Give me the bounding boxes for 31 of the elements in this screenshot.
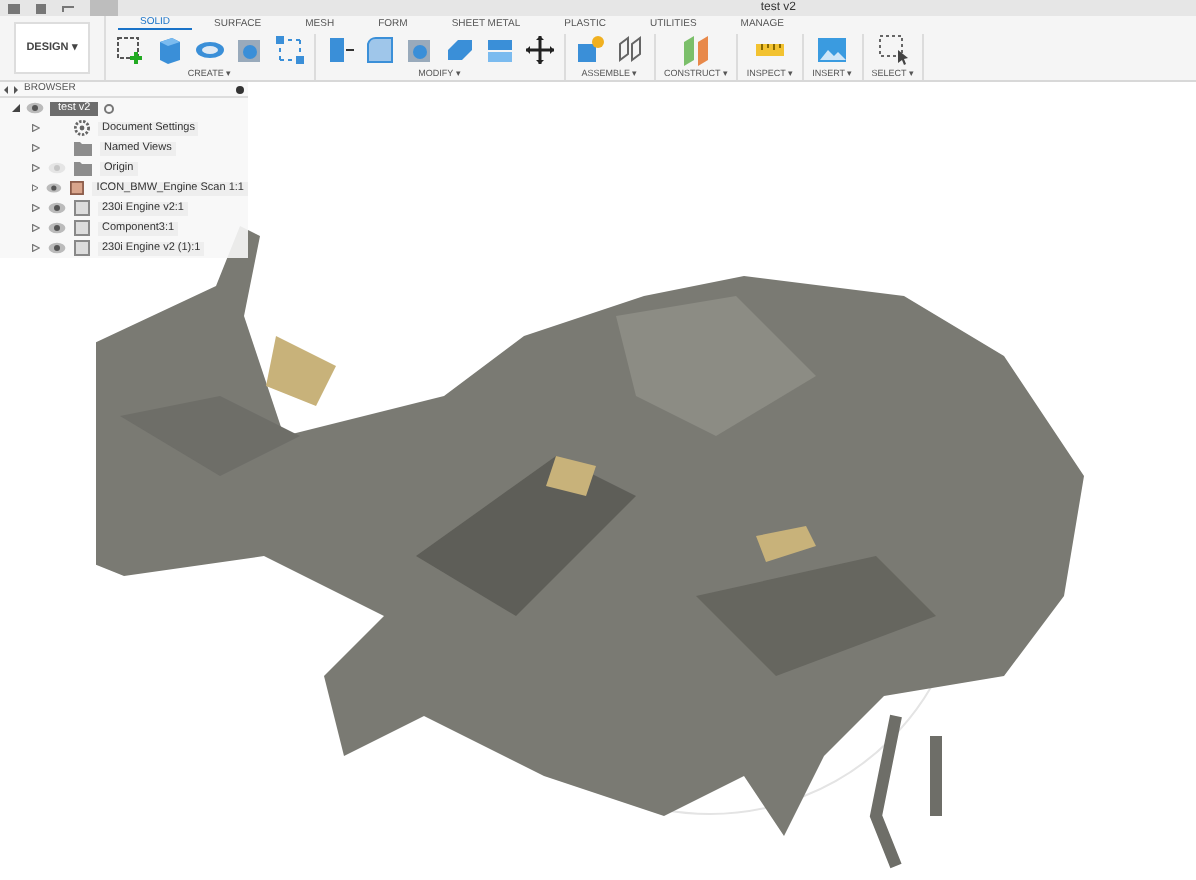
image-icon[interactable] <box>816 34 849 66</box>
eye-icon[interactable] <box>46 182 63 194</box>
move-icon[interactable] <box>524 34 556 66</box>
gear-icon <box>74 120 90 136</box>
points-icon[interactable] <box>274 34 306 66</box>
expand-arrow-icon[interactable] <box>32 184 39 192</box>
expand-arrow-icon[interactable] <box>32 244 40 252</box>
shell-icon[interactable] <box>404 34 436 66</box>
eye-icon[interactable] <box>48 222 66 234</box>
new-component-icon[interactable] <box>574 34 606 66</box>
mesh-body-icon <box>70 180 85 196</box>
shell-icon[interactable] <box>234 34 266 66</box>
plane-icon[interactable] <box>680 34 713 66</box>
target-icon[interactable] <box>104 103 115 113</box>
expand-arrow-icon[interactable] <box>32 144 40 152</box>
joint-icon[interactable] <box>614 34 646 66</box>
sketch-icon[interactable] <box>114 34 146 66</box>
box-icon[interactable] <box>154 34 186 66</box>
press-pull-icon[interactable] <box>324 34 356 66</box>
expand-toggle-icon[interactable] <box>12 104 20 112</box>
eye-icon[interactable] <box>26 102 44 114</box>
fillet-icon[interactable] <box>364 34 396 66</box>
eye-icon[interactable] <box>48 202 66 214</box>
expand-arrow-icon[interactable] <box>32 164 40 172</box>
combine-icon[interactable] <box>444 34 476 66</box>
eye-icon[interactable] <box>48 242 66 254</box>
expand-arrow-icon[interactable] <box>32 124 40 132</box>
expand-arrow-icon[interactable] <box>32 204 40 212</box>
window-select-icon[interactable] <box>877 34 910 66</box>
expand-arrow-icon[interactable] <box>32 224 40 232</box>
pin-icon[interactable] <box>236 85 244 93</box>
